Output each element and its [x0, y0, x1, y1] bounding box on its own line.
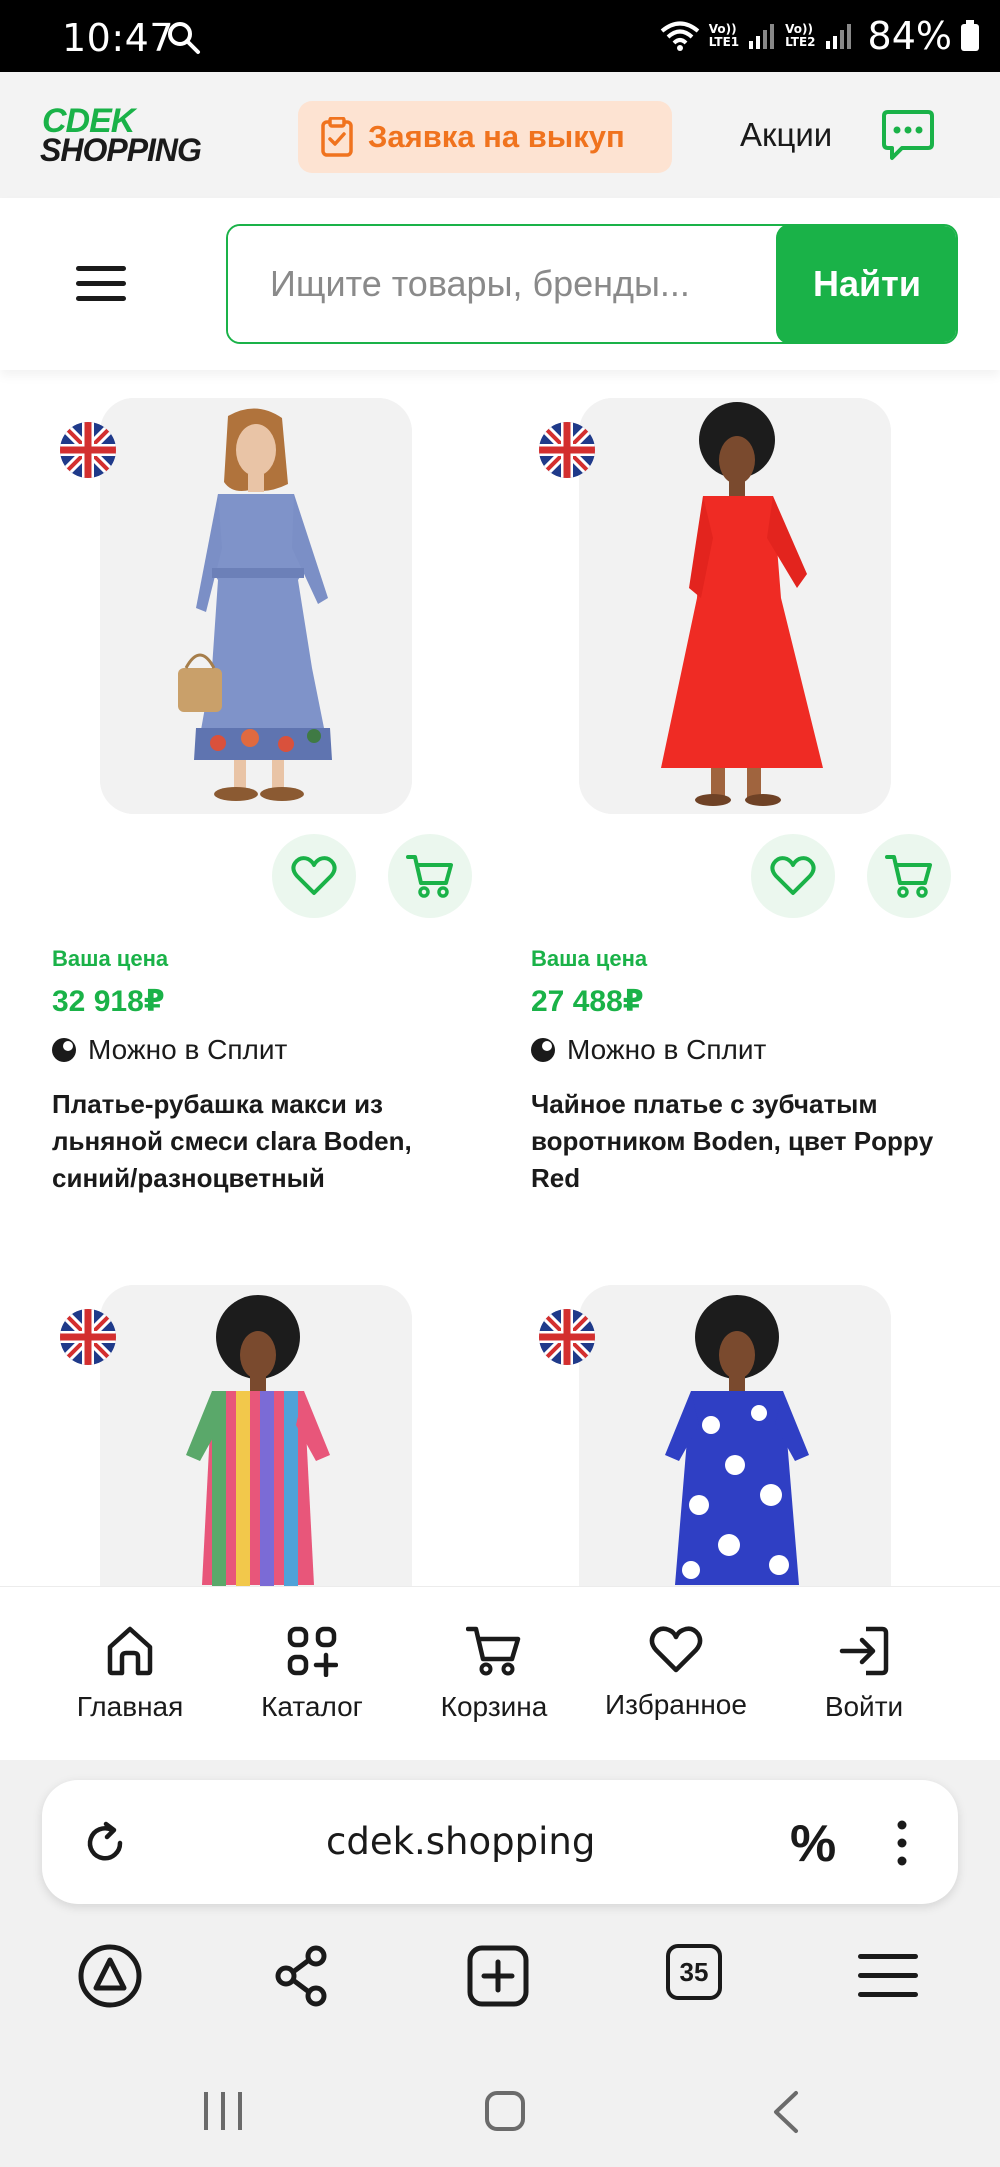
split-payment-badge: Можно в Сплит	[531, 1034, 766, 1066]
recent-apps-icon[interactable]	[200, 2090, 246, 2132]
product-price: 27 488₽	[531, 985, 644, 1018]
reload-icon[interactable]	[82, 1820, 128, 1866]
heart-icon	[291, 856, 337, 895]
sim1-text: LTE1	[708, 35, 740, 49]
signal-icon	[749, 24, 775, 49]
home-button-icon[interactable]	[484, 2090, 526, 2132]
sim2-text: LTE2	[785, 35, 816, 49]
split-payment-badge: Можно в Сплит	[52, 1034, 287, 1066]
product-title[interactable]: Платье-рубашка макси из льняной смеси cl…	[52, 1086, 472, 1197]
search-box: Найти	[226, 224, 958, 344]
uk-flag-icon	[60, 1309, 116, 1365]
add-to-favorites-button[interactable]	[272, 834, 356, 918]
product-price: 32 918₽	[52, 985, 165, 1018]
price-label: Ваша цена	[531, 946, 648, 971]
status-icons: Vo)) LTE1 Vo)) LTE2 84%	[659, 14, 980, 58]
search-icon	[168, 22, 200, 54]
nav-item-cart[interactable]: Корзина	[404, 1625, 584, 1723]
browser-toolbar: 35	[0, 1940, 1000, 2040]
tabs-button[interactable]: 35	[666, 1944, 738, 2016]
more-options-icon[interactable]	[892, 1818, 912, 1868]
search-row: Найти	[0, 198, 1000, 370]
heart-icon	[649, 1626, 703, 1673]
buyout-request-button[interactable]: Заявка на выкуп	[298, 101, 672, 173]
battery-percent: 84%	[867, 14, 952, 58]
clipboard-check-icon	[321, 117, 353, 157]
logo-text-bottom: SHOPPING	[40, 132, 202, 168]
dress-image	[579, 398, 891, 814]
cart-icon	[466, 1626, 521, 1676]
nav-label-favorites: Избранное	[605, 1689, 747, 1720]
new-tab-icon[interactable]	[462, 1940, 534, 2012]
heart-icon	[770, 856, 816, 895]
browser-chrome: cdek.shopping % 35	[0, 1760, 1000, 2167]
sim2-label: Vo)) LTE2	[785, 23, 815, 49]
bottom-navigation: Главная Каталог Корзина Избранное Войти	[0, 1586, 1000, 1760]
cart-icon	[885, 855, 932, 898]
uk-flag-icon	[60, 422, 116, 478]
uk-flag-icon	[539, 1309, 595, 1365]
nav-item-home[interactable]: Главная	[40, 1625, 220, 1723]
nav-label-home: Главная	[76, 1691, 184, 1722]
home-icon	[107, 1626, 153, 1676]
add-to-cart-button[interactable]	[867, 834, 951, 918]
app-header: CDEK SHOPPING Заявка на выкуп Акции	[0, 72, 1000, 198]
alice-assistant-icon[interactable]	[74, 1940, 146, 2012]
battery-icon	[961, 20, 979, 51]
product-image[interactable]	[100, 398, 412, 814]
url-text[interactable]: cdek.shopping	[326, 1820, 595, 1863]
status-time: 10:47	[62, 16, 175, 60]
product-title[interactable]: Чайное платье с зубчатым воротником Bode…	[531, 1086, 951, 1197]
nav-label-catalog: Каталог	[261, 1691, 363, 1722]
share-icon[interactable]	[266, 1940, 338, 2012]
add-to-cart-button[interactable]	[388, 834, 472, 918]
dress-image	[100, 398, 412, 814]
price-label: Ваша цена	[52, 946, 169, 971]
login-icon	[839, 1626, 889, 1676]
nav-item-favorites[interactable]: Избранное	[586, 1625, 766, 1721]
search-button[interactable]: Найти	[776, 226, 956, 342]
add-to-favorites-button[interactable]	[751, 834, 835, 918]
split-label: Можно в Сплит	[567, 1034, 767, 1065]
catalog-grid-icon	[287, 1626, 338, 1677]
uk-flag-icon	[539, 422, 595, 478]
cart-icon	[406, 855, 453, 898]
discount-percent-icon[interactable]: %	[790, 1814, 836, 1874]
split-label: Можно в Сплит	[88, 1034, 288, 1065]
system-navigation-bar	[0, 2070, 1000, 2150]
split-icon	[531, 1038, 555, 1062]
wifi-icon	[660, 21, 699, 51]
chat-icon[interactable]	[880, 110, 936, 162]
search-input[interactable]	[228, 226, 780, 342]
signal-icon	[825, 24, 851, 49]
screen: 10:47 Vo)) LTE1 Vo)) LTE2 84% CDEK SHOPP…	[0, 0, 1000, 2167]
split-icon	[52, 1038, 76, 1062]
promotions-link[interactable]: Акции	[740, 116, 832, 154]
buyout-label: Заявка на выкуп	[368, 119, 625, 154]
url-bar[interactable]: cdek.shopping %	[42, 1780, 958, 1904]
sim1-label: Vo)) LTE1	[709, 23, 739, 49]
nav-label-login: Войти	[824, 1691, 904, 1722]
status-bar: 10:47 Vo)) LTE1 Vo)) LTE2 84%	[0, 0, 1000, 72]
tabs-count: 35	[666, 1944, 722, 2000]
browser-menu-icon[interactable]	[852, 1940, 924, 2012]
nav-label-cart: Корзина	[440, 1691, 548, 1722]
nav-item-catalog[interactable]: Каталог	[222, 1625, 402, 1723]
nav-item-login[interactable]: Войти	[774, 1625, 954, 1723]
product-image[interactable]	[579, 398, 891, 814]
cdek-logo[interactable]: CDEK SHOPPING	[40, 102, 210, 168]
back-icon[interactable]	[770, 2090, 802, 2134]
hamburger-menu-icon[interactable]	[76, 264, 126, 304]
